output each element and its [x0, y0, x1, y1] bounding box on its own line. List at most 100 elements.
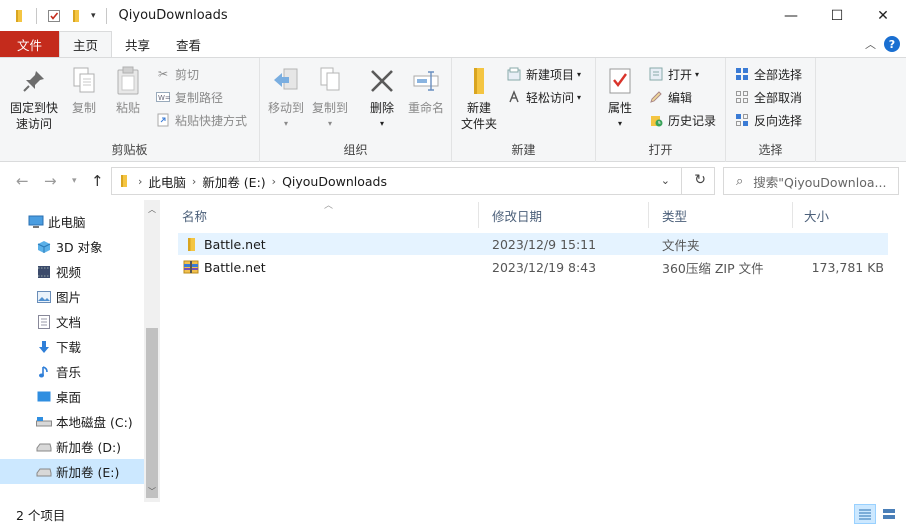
- recent-dropdown-icon[interactable]: ▾: [72, 176, 77, 186]
- nav-item-pictures[interactable]: 图片: [0, 284, 144, 309]
- move-to-button[interactable]: 移动到 ▾: [264, 64, 308, 132]
- open-icon: [648, 66, 664, 82]
- address-bar[interactable]: › 此电脑 › 新加卷 (E:) › QiyouDownloads ⌄ ↻: [111, 167, 715, 195]
- nav-item-drive-c[interactable]: 本地磁盘 (C:): [0, 409, 144, 434]
- tab-file[interactable]: 文件: [0, 31, 60, 57]
- file-modified: 2023/12/19 8:43: [492, 259, 597, 275]
- navigation-pane: 此电脑 3D 对象 视频 图片 文档 下载 音乐 桌面 本地磁盘 (C:) 新加…: [0, 200, 160, 502]
- separator: [681, 168, 682, 194]
- new-item-button[interactable]: 新建项目 ▾: [506, 63, 581, 85]
- copy-to-dropdown-icon: ▾: [327, 119, 332, 128]
- nav-item-drive-e[interactable]: 新加卷 (E:): [0, 459, 144, 484]
- open-button[interactable]: 打开 ▾: [648, 63, 699, 85]
- back-arrow-icon[interactable]: ←: [16, 172, 29, 190]
- collapse-ribbon-icon[interactable]: ︿: [865, 36, 876, 52]
- tab-home[interactable]: 主页: [59, 31, 113, 57]
- new-folder-quick-icon[interactable]: [68, 8, 84, 24]
- tab-view[interactable]: 查看: [163, 31, 214, 57]
- copy-path-button[interactable]: W= 复制路径: [155, 86, 223, 108]
- delete-button[interactable]: 删除 ▾: [362, 64, 402, 132]
- refresh-icon[interactable]: ↻: [694, 172, 706, 188]
- nav-item-downloads[interactable]: 下载: [0, 334, 144, 359]
- rename-icon: [410, 64, 442, 98]
- cut-label: 剪切: [175, 67, 200, 82]
- select-group-label: 选择: [758, 143, 783, 157]
- file-list: ︿ 名称 修改日期 类型 大小 Battle.net 2023/12/9 15:…: [160, 200, 906, 502]
- nav-item-desktop[interactable]: 桌面: [0, 384, 144, 409]
- paste-shortcut-button[interactable]: 粘贴快捷方式: [155, 109, 247, 131]
- properties-checkbox-icon[interactable]: [46, 8, 62, 24]
- folder-icon: [118, 174, 130, 188]
- select-all-icon: [734, 66, 750, 82]
- column-header-type[interactable]: 类型: [662, 206, 687, 225]
- nav-item-drive-d[interactable]: 新加卷 (D:): [0, 434, 144, 459]
- easy-access-button[interactable]: 轻松访问 ▾: [506, 86, 581, 108]
- chevron-right-icon[interactable]: ›: [192, 175, 196, 188]
- move-to-dropdown-icon: ▾: [283, 119, 288, 128]
- cut-button[interactable]: ✂ 剪切: [155, 63, 199, 85]
- breadcrumb-this-pc[interactable]: 此电脑: [148, 172, 186, 191]
- scroll-up-icon[interactable]: ︿: [148, 204, 156, 215]
- rename-button[interactable]: 重命名: [404, 64, 448, 116]
- address-history-dropdown-icon[interactable]: ⌄: [661, 174, 670, 187]
- paste-button[interactable]: 粘贴: [110, 64, 146, 116]
- nav-item-this-pc[interactable]: 此电脑: [0, 209, 144, 234]
- table-row[interactable]: Battle.net 2023/12/9 15:11 文件夹: [178, 233, 888, 255]
- new-folder-icon: [463, 64, 495, 98]
- edit-button[interactable]: 编辑: [648, 86, 692, 108]
- copy-icon: [68, 64, 100, 98]
- new-folder-button[interactable]: 新建 文件夹: [458, 64, 500, 132]
- delete-label: 删除: [369, 101, 394, 115]
- delete-x-icon: [366, 64, 398, 98]
- pin-quick-access-button[interactable]: 固定到快 速访问: [6, 64, 62, 132]
- select-all-button[interactable]: 全部选择: [734, 63, 802, 85]
- file-type: 文件夹: [662, 237, 700, 253]
- maximize-button[interactable]: ☐: [814, 0, 860, 31]
- nav-item-music[interactable]: 音乐: [0, 359, 144, 384]
- properties-button[interactable]: 属性 ▾: [602, 64, 638, 132]
- up-arrow-icon[interactable]: ↑: [91, 172, 104, 190]
- copy-to-button[interactable]: 复制到 ▾: [308, 64, 352, 132]
- customize-dropdown-icon[interactable]: ▾: [91, 11, 96, 21]
- breadcrumb-current-folder[interactable]: QiyouDownloads: [282, 174, 387, 189]
- nav-item-documents[interactable]: 文档: [0, 309, 144, 334]
- nav-item-videos[interactable]: 视频: [0, 259, 144, 284]
- nav-scrollbar[interactable]: ︿ ﹀: [144, 200, 160, 502]
- copy-button[interactable]: 复制: [66, 64, 102, 116]
- properties-label: 属性: [607, 101, 632, 115]
- file-type: 360压缩 ZIP 文件: [662, 260, 764, 276]
- tab-share[interactable]: 共享: [112, 31, 163, 57]
- details-view-button[interactable]: [854, 504, 876, 524]
- easy-access-dropdown-icon: ▾: [577, 92, 582, 102]
- close-button[interactable]: ✕: [860, 0, 906, 31]
- large-icons-view-button[interactable]: [878, 504, 900, 524]
- search-input[interactable]: ⌕ 搜索"QiyouDownloa...: [723, 167, 899, 195]
- table-row[interactable]: Battle.net 2023/12/19 8:43 360压缩 ZIP 文件 …: [178, 256, 888, 278]
- scroll-down-icon[interactable]: ﹀: [148, 486, 156, 497]
- column-header-size[interactable]: 大小: [804, 206, 829, 225]
- new-item-icon: [506, 66, 522, 82]
- help-icon[interactable]: ?: [884, 36, 900, 52]
- history-button[interactable]: 历史记录: [648, 109, 716, 131]
- column-divider[interactable]: [648, 202, 649, 228]
- column-header-name[interactable]: 名称: [182, 206, 207, 225]
- nav-item-label: 文档: [56, 315, 82, 330]
- svg-text:W=: W=: [158, 94, 170, 102]
- forward-arrow-icon[interactable]: →: [44, 172, 57, 190]
- nav-item-3d-objects[interactable]: 3D 对象: [0, 234, 144, 259]
- breadcrumb-drive-e[interactable]: 新加卷 (E:): [202, 172, 265, 191]
- column-divider[interactable]: [792, 202, 793, 228]
- column-divider[interactable]: [478, 202, 479, 228]
- chevron-right-icon[interactable]: ›: [272, 175, 276, 188]
- invert-selection-button[interactable]: 反向选择: [734, 109, 802, 131]
- minimize-button[interactable]: —: [768, 0, 814, 31]
- move-to-icon: [270, 64, 302, 98]
- select-none-button[interactable]: 全部取消: [734, 86, 802, 108]
- video-icon: [36, 264, 52, 280]
- copy-path-label: 复制路径: [175, 90, 224, 105]
- nav-item-label: 下载: [56, 340, 82, 355]
- rename-label: 重命名: [407, 101, 444, 115]
- column-header-modified[interactable]: 修改日期: [492, 206, 542, 225]
- select-group: 全部选择 全部取消 反向选择 选择: [726, 58, 816, 162]
- nav-scrollbar-thumb[interactable]: [146, 328, 158, 498]
